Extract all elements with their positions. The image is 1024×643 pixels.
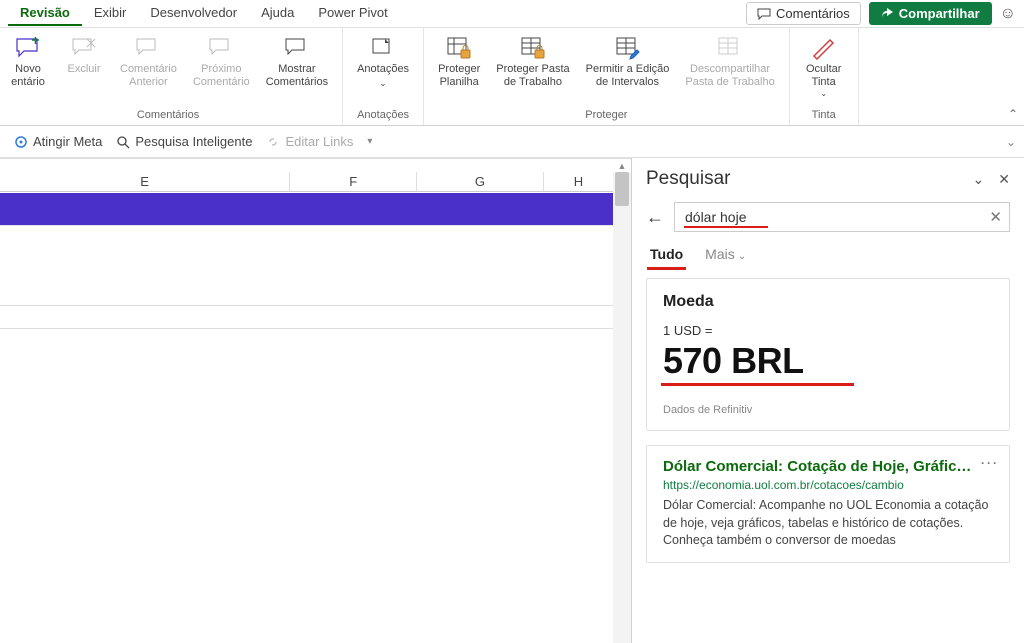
prev-comment-button: Comentário Anterior xyxy=(114,31,183,93)
spreadsheet-area[interactable]: E F G H ▲ xyxy=(0,158,631,643)
next-comment-icon xyxy=(207,35,235,61)
tab-desenvolvedor[interactable]: Desenvolvedor xyxy=(138,1,249,26)
search-result[interactable]: ··· Dólar Comercial: Cotação de Hoje, Gr… xyxy=(646,445,1010,563)
annotation-underline xyxy=(661,383,854,386)
search-pane-title: Pesquisar xyxy=(646,168,731,190)
annotation-underline xyxy=(684,226,768,228)
currency-card: Moeda 1 USD = 570 BRL Dados de Refinitiv xyxy=(646,278,1010,431)
column-headers: E F G H xyxy=(0,172,613,192)
result-url[interactable]: https://economia.uol.com.br/cotacoes/cam… xyxy=(663,478,993,492)
protect-sheet-icon xyxy=(445,35,473,61)
unshare-workbook-button: Descompartilhar Pasta de Trabalho xyxy=(679,31,780,93)
ribbon: Novo entário Excluir Comentário Anterior… xyxy=(0,28,1024,126)
hide-ink-button[interactable]: Ocultar Tinta ⌄ xyxy=(798,31,850,103)
edit-links-button: Editar Links xyxy=(266,134,353,149)
goal-seek-button[interactable]: Atingir Meta xyxy=(14,134,102,149)
protect-workbook-icon xyxy=(519,35,547,61)
delete-comment-button: Excluir xyxy=(58,31,110,80)
back-icon[interactable]: ← xyxy=(646,207,664,228)
grid-row[interactable] xyxy=(0,305,613,329)
scrollbar-thumb[interactable] xyxy=(615,172,629,206)
vertical-scrollbar[interactable]: ▲ xyxy=(613,172,631,643)
group-anotacoes-label: Anotações xyxy=(351,107,415,125)
smart-lookup-button[interactable]: Pesquisa Inteligente xyxy=(116,134,252,149)
currency-rate: 570 BRL xyxy=(663,340,804,382)
annotations-icon xyxy=(369,35,397,61)
clear-icon[interactable]: ✕ xyxy=(989,208,1002,226)
collapse-ribbon-icon[interactable]: ⌃ xyxy=(1008,107,1018,121)
scroll-up-icon[interactable]: ▲ xyxy=(613,160,631,172)
quickbar-dropdown-icon[interactable]: ▾ xyxy=(367,136,372,147)
chevron-down-icon[interactable]: ⌄ xyxy=(973,171,985,188)
result-description: Dólar Comercial: Acompanhe no UOL Econom… xyxy=(663,497,993,550)
next-comment-button: Próximo Comentário xyxy=(187,31,256,93)
col-header-e[interactable]: E xyxy=(0,172,290,192)
share-label: Compartilhar xyxy=(899,6,980,21)
comments-label: Comentários xyxy=(776,6,850,21)
delete-comment-icon xyxy=(70,35,98,61)
grid-line xyxy=(0,225,613,226)
tab-exibir[interactable]: Exibir xyxy=(82,1,139,26)
ribbon-tabs: Revisão Exibir Desenvolvedor Ajuda Power… xyxy=(8,1,400,26)
col-header-h[interactable]: H xyxy=(544,172,613,192)
more-icon[interactable]: ··· xyxy=(981,456,999,470)
close-icon[interactable]: ✕ xyxy=(998,171,1010,188)
col-header-g[interactable]: G xyxy=(417,172,544,192)
currency-equals: 1 USD = xyxy=(663,323,993,338)
comments-button[interactable]: Comentários xyxy=(746,2,861,25)
highlighted-row[interactable] xyxy=(0,193,613,225)
result-title[interactable]: Dólar Comercial: Cotação de Hoje, Gráfic… xyxy=(663,458,993,475)
show-comments-icon xyxy=(283,35,311,61)
chevron-down-icon: ⌄ xyxy=(379,78,387,89)
col-header-f[interactable]: F xyxy=(290,172,417,192)
new-comment-icon xyxy=(14,35,42,61)
tab-mais[interactable]: Mais⌄ xyxy=(705,246,746,268)
chevron-down-icon: ⌄ xyxy=(820,89,827,99)
protect-sheet-button[interactable]: Proteger Planilha xyxy=(432,31,486,93)
hide-ink-icon xyxy=(810,35,838,61)
collapse-quickbar-icon[interactable]: ⌄ xyxy=(1006,135,1016,149)
feedback-icon[interactable]: ☺ xyxy=(1000,5,1016,23)
allow-edit-ranges-button[interactable]: Permitir a Edição de Intervalos xyxy=(580,31,676,93)
tab-powerpivot[interactable]: Power Pivot xyxy=(306,1,399,26)
unshare-icon xyxy=(716,35,744,61)
quick-access-bar: Atingir Meta Pesquisa Inteligente Editar… xyxy=(0,126,1024,158)
new-comment-button[interactable]: Novo entário xyxy=(2,31,54,93)
currency-source: Dados de Refinitiv xyxy=(663,404,993,416)
tab-tudo[interactable]: Tudo xyxy=(650,246,683,268)
show-comments-button[interactable]: Mostrar Comentários xyxy=(260,31,334,93)
chevron-down-icon: ⌄ xyxy=(738,251,746,262)
group-proteger-label: Proteger xyxy=(432,107,781,125)
tab-revisao[interactable]: Revisão xyxy=(8,1,82,26)
allow-edit-icon xyxy=(614,35,642,61)
share-button[interactable]: Compartilhar xyxy=(869,2,992,25)
group-comentarios-label: Comentários xyxy=(2,107,334,125)
protect-workbook-button[interactable]: Proteger Pasta de Trabalho xyxy=(490,31,575,93)
prev-comment-icon xyxy=(134,35,162,61)
search-pane: Pesquisar ⌄ ✕ ← ✕ Tudo Mais⌄ Moeda 1 USD… xyxy=(631,158,1024,643)
currency-card-title: Moeda xyxy=(663,293,993,311)
annotations-button[interactable]: Anotações ⌄ xyxy=(351,31,415,93)
tab-ajuda[interactable]: Ajuda xyxy=(249,1,306,26)
group-tinta-label: Tinta xyxy=(798,107,850,125)
